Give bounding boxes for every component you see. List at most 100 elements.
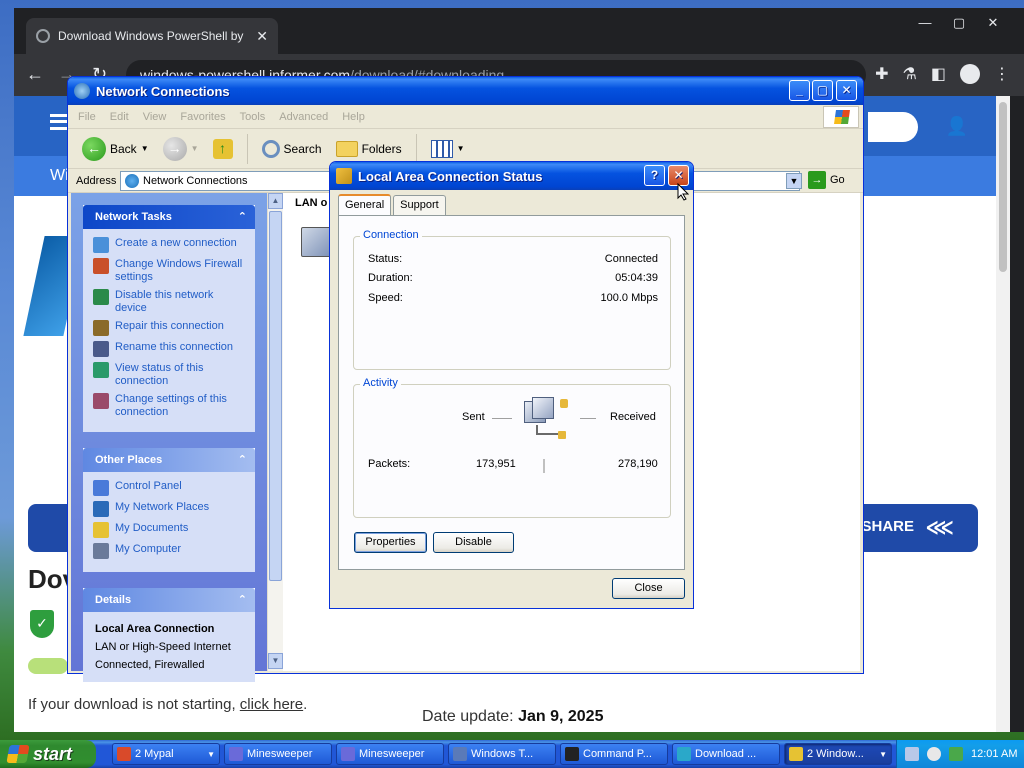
taskbar-button[interactable]: Command P... — [560, 743, 668, 765]
general-tab-page: Connection Status: Connected Duration: 0… — [338, 215, 685, 570]
tray-arrow-icon[interactable] — [927, 747, 941, 761]
help-button[interactable]: ? — [644, 165, 665, 186]
network-tasks-item[interactable]: View status of this connection — [93, 362, 245, 388]
sidepanel-icon[interactable]: ◧ — [931, 64, 946, 84]
taskbar-group-dropdown-icon[interactable]: ▼ — [879, 750, 887, 759]
taskbar-button[interactable]: Minesweeper — [224, 743, 332, 765]
network-connections-small-icon — [125, 174, 139, 188]
network-tasks-item[interactable]: Disable this network device — [93, 289, 245, 315]
collapse-chevron-icon[interactable]: ⌃ — [238, 205, 247, 229]
other-places-item-label: Control Panel — [115, 480, 182, 492]
folders-button[interactable]: Folders — [332, 134, 406, 164]
back-dropdown-icon[interactable]: ▼ — [141, 144, 149, 153]
minimize-button[interactable]: _ — [789, 80, 810, 101]
menu-favorites[interactable]: Favorites — [180, 111, 225, 123]
forward-button[interactable]: → ▼ — [159, 134, 203, 164]
duration-value: 05:04:39 — [615, 272, 658, 284]
maximize-button[interactable]: ▢ — [812, 80, 833, 101]
menu-help[interactable]: Help — [342, 111, 365, 123]
taskbar-button[interactable]: Minesweeper — [336, 743, 444, 765]
extensions-icon[interactable]: ✚ — [875, 64, 888, 84]
network-connections-icon — [74, 83, 90, 99]
tab-close-icon[interactable]: ✕ — [256, 28, 268, 45]
network-tasks-item-icon — [93, 289, 109, 305]
menu-file[interactable]: File — [78, 111, 96, 123]
profile-avatar-icon[interactable] — [960, 64, 980, 84]
other-places-panel: Other Places ⌃ Control Panel My Network P… — [83, 448, 255, 572]
details-line2: Connected, Firewalled — [95, 659, 205, 671]
scroll-down-icon[interactable]: ▼ — [268, 653, 283, 669]
collapse-chevron-icon[interactable]: ⌃ — [238, 588, 247, 612]
details-header[interactable]: Details ⌃ — [83, 588, 255, 612]
go-button[interactable]: → Go — [808, 171, 845, 189]
windows-logo-icon — [823, 106, 859, 128]
other-places-item[interactable]: Control Panel — [93, 480, 245, 496]
other-places-item[interactable]: My Network Places — [93, 501, 245, 517]
back-arrow-icon[interactable]: ← — [26, 64, 44, 85]
browser-window-controls: — ▢ ✕ — [908, 12, 1010, 34]
click-here-link[interactable]: click here — [240, 696, 303, 713]
network-tasks-item[interactable]: Change Windows Firewall settings — [93, 258, 245, 284]
other-places-item[interactable]: My Documents — [93, 522, 245, 538]
page-scroll-thumb[interactable] — [999, 102, 1007, 272]
toolbar-separator — [415, 133, 417, 164]
clock[interactable]: 12:01 AM — [971, 748, 1017, 760]
network-tasks-item[interactable]: Repair this connection — [93, 320, 245, 336]
menu-edit[interactable]: Edit — [110, 111, 129, 123]
network-tasks-item-label: Change settings of this connection — [115, 393, 227, 418]
close-dialog-button[interactable]: Close — [612, 578, 685, 599]
user-icon[interactable]: 👤 — [946, 116, 968, 137]
scroll-up-icon[interactable]: ▲ — [268, 193, 283, 209]
network-tasks-item[interactable]: Rename this connection — [93, 341, 245, 357]
menu-tools[interactable]: Tools — [240, 111, 266, 123]
network-connections-titlebar[interactable]: Network Connections _ ▢ ✕ — [68, 77, 863, 105]
keyboard-icon[interactable] — [905, 747, 919, 761]
views-button[interactable]: ▼ — [427, 134, 469, 164]
up-folder-button[interactable]: ↑ — [209, 134, 237, 164]
connection-status-dialog: Local Area Connection Status ? ✕ General… — [329, 161, 694, 609]
plug-icon — [558, 431, 566, 439]
taskbar-button[interactable]: 2 Window... ▼ — [784, 743, 892, 765]
status-dialog-titlebar[interactable]: Local Area Connection Status ? ✕ — [330, 162, 693, 190]
menu-view[interactable]: View — [143, 111, 167, 123]
network-tasks-item[interactable]: Change settings of this connection — [93, 393, 245, 419]
properties-button[interactable]: Properties — [354, 532, 427, 553]
task-pane: Network Tasks ⌃ Create a new connection C… — [71, 193, 267, 682]
network-tasks-item[interactable]: Create a new connection — [93, 237, 245, 253]
maximize-icon[interactable]: ▢ — [942, 12, 976, 34]
browser-tab[interactable]: Download Windows PowerShell by ✕ — [26, 18, 278, 54]
other-places-header[interactable]: Other Places ⌃ — [83, 448, 255, 472]
network-tray-icon[interactable] — [949, 747, 963, 761]
start-button[interactable]: start — [0, 740, 96, 768]
close-button[interactable]: ✕ — [836, 80, 857, 101]
lock-icon — [560, 399, 568, 408]
close-icon[interactable]: ✕ — [976, 12, 1010, 34]
lan-connection-icon[interactable] — [301, 227, 331, 257]
scroll-thumb[interactable] — [269, 211, 282, 581]
other-places-item[interactable]: My Computer — [93, 543, 245, 559]
collapse-chevron-icon[interactable]: ⌃ — [238, 448, 247, 472]
network-tasks-item-label: Change Windows Firewall settings — [115, 258, 243, 283]
minimize-icon[interactable]: — — [908, 12, 942, 34]
network-tasks-title: Network Tasks — [95, 211, 172, 223]
back-label: Back — [110, 141, 137, 156]
task-pane-scrollbar[interactable]: ▲ ▼ — [267, 193, 283, 671]
taskbar-group-dropdown-icon[interactable]: ▼ — [207, 750, 215, 759]
back-button[interactable]: ← Back ▼ — [78, 134, 153, 164]
share-icon[interactable]: ⋘ — [926, 515, 954, 540]
network-tasks-header[interactable]: Network Tasks ⌃ — [83, 205, 255, 229]
other-places-item-icon — [93, 543, 109, 559]
tab-general[interactable]: General — [338, 194, 392, 217]
menu-kebab-icon[interactable]: ⋮ — [994, 64, 1010, 84]
address-dropdown-icon[interactable]: ▼ — [786, 173, 802, 189]
search-button[interactable]: Search — [258, 134, 326, 164]
menu-advanced[interactable]: Advanced — [279, 111, 328, 123]
taskbar-button[interactable]: 2 Mypal ▼ — [112, 743, 220, 765]
flask-icon[interactable]: ⚗ — [903, 64, 917, 84]
site-search-input[interactable] — [868, 112, 918, 142]
tab-support[interactable]: Support — [393, 195, 446, 215]
taskbar-button[interactable]: Download ... — [672, 743, 780, 765]
taskbar-button[interactable]: Windows T... — [448, 743, 556, 765]
disable-button[interactable]: Disable — [433, 532, 514, 553]
page-scrollbar[interactable] — [996, 96, 1010, 732]
